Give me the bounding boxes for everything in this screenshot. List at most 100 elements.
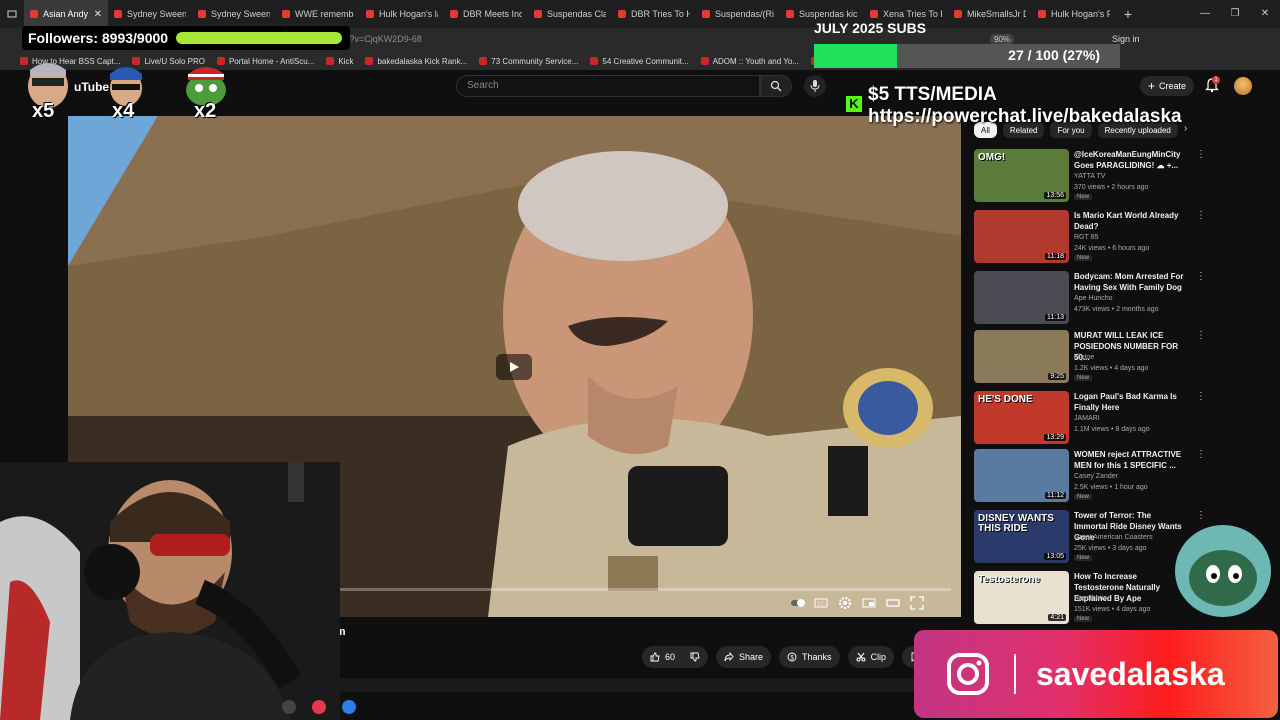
browser-tab[interactable]: Asian Andy Gets ✕	[24, 0, 108, 28]
video-thumbnail[interactable]: 11:12	[974, 449, 1069, 502]
bookmark-item[interactable]: 54 Creative Communit...	[590, 57, 689, 66]
thumbs-down-icon[interactable]	[690, 652, 700, 662]
tab-menu-button[interactable]	[0, 0, 24, 28]
thumbnail-caption: DISNEY WANTS THIS RIDE	[978, 513, 1054, 534]
recommendation-item[interactable]: 9:25 MURAT WILL LEAK ICE POSIEDONS NUMBER…	[974, 330, 1206, 384]
channel-name[interactable]: Casey Zander	[1074, 473, 1118, 480]
theater-mode-icon[interactable]	[886, 596, 900, 610]
more-options-icon[interactable]: ⋮	[1196, 271, 1206, 282]
video-thumbnail[interactable]: HE'S DONE 13:29	[974, 391, 1069, 444]
video-meta: 1.2K views • 4 days ago	[1074, 365, 1149, 372]
mascot-sticker	[1175, 525, 1271, 617]
url-text[interactable]: ch?v=CjqKW2D9-68	[340, 34, 422, 44]
video-thumbnail[interactable]: OMG! 13:56	[974, 149, 1069, 202]
chrome-icon[interactable]	[342, 700, 356, 714]
new-tab-button[interactable]: +	[1116, 0, 1140, 28]
browser-tab[interactable]: Suspendas/(Riri's	[696, 0, 780, 28]
recommendation-item[interactable]: 11:12 WOMEN reject ATTRACTIVE MEN for thi…	[974, 449, 1206, 503]
recommendation-title[interactable]: Logan Paul's Bad Karma Is Finally Here	[1074, 391, 1186, 413]
browser-tab[interactable]: DBR Meets India	[444, 0, 528, 28]
voice-search-button[interactable]	[804, 75, 826, 97]
recommendation-item[interactable]: OMG! 13:56 @IceKoreaManEungMinCity Goes PA…	[974, 149, 1206, 203]
tab-title: WWE remember	[295, 9, 354, 19]
bookmark-item[interactable]: Kick	[326, 57, 353, 66]
video-thumbnail[interactable]: 11:13	[974, 271, 1069, 324]
recommendation-item[interactable]: 11:13 Bodycam: Mom Arrested For Having Se…	[974, 271, 1206, 325]
browser-tab[interactable]: Sydney Sweeney	[192, 0, 276, 28]
music-app-icon[interactable]	[312, 700, 326, 714]
recommendation-title[interactable]: WOMEN reject ATTRACTIVE MEN for this 1 S…	[1074, 449, 1186, 471]
more-options-icon[interactable]: ⋮	[1196, 330, 1206, 341]
close-window-icon[interactable]: ✕	[1250, 0, 1280, 28]
recommendation-title[interactable]: @IceKoreaManEungMinCity Goes PARAGLIDING…	[1074, 149, 1186, 171]
browser-tab[interactable]: Suspendas Claim	[528, 0, 612, 28]
channel-name[interactable]: Great American Coasters	[1074, 534, 1153, 541]
channel-name[interactable]: cliptoe	[1074, 354, 1094, 361]
channel-name[interactable]: JAMARI	[1074, 415, 1100, 422]
svg-text:CC: CC	[817, 602, 825, 608]
more-options-icon[interactable]: ⋮	[1196, 449, 1206, 460]
thanks-button[interactable]: $ Thanks	[779, 646, 840, 668]
like-button[interactable]: 60	[642, 646, 709, 668]
video-meta: 473K views • 2 months ago	[1074, 306, 1159, 313]
share-button[interactable]: Share	[716, 646, 772, 668]
video-thumbnail[interactable]: DISNEY WANTS THIS RIDE 13:05	[974, 510, 1069, 563]
recommendation-title[interactable]: Bodycam: Mom Arrested For Having Sex Wit…	[1074, 271, 1186, 293]
search-input[interactable]: Search	[456, 75, 760, 97]
clip-button[interactable]: Clip	[847, 646, 895, 668]
more-options-icon[interactable]: ⋮	[1196, 210, 1206, 221]
new-badge: New	[1074, 494, 1093, 500]
account-avatar[interactable]	[1234, 77, 1252, 95]
instagram-divider	[1014, 654, 1016, 694]
recommendation-title[interactable]: Is Mario Kart World Already Dead?	[1074, 210, 1186, 232]
settings-gear-icon[interactable]	[838, 596, 852, 610]
thanks-icon: $	[787, 652, 797, 662]
bookmark-item[interactable]: ADOM :: Youth and Yo...	[700, 57, 799, 66]
obs-icon[interactable]	[282, 700, 296, 714]
bookmark-label: 73 Community Service...	[491, 56, 579, 66]
recommendation-item[interactable]: HE'S DONE 13:29 Logan Paul's Bad Karma Is …	[974, 391, 1206, 445]
video-meta: 24K views • 6 hours ago	[1074, 245, 1150, 252]
miniplayer-icon[interactable]	[862, 596, 876, 610]
recommendation-item[interactable]: DISNEY WANTS THIS RIDE 13:05 Tower of Terr…	[974, 510, 1206, 564]
more-options-icon[interactable]: ⋮	[1196, 391, 1206, 402]
maximize-icon[interactable]: ❐	[1220, 0, 1250, 28]
browser-tab[interactable]: WWE remember	[276, 0, 360, 28]
browser-tab[interactable]: Sydney Sweeney	[108, 0, 192, 28]
youtube-favicon-icon	[786, 10, 794, 18]
search-button[interactable]	[760, 75, 792, 97]
bookmark-item[interactable]: 73 Community Service...	[479, 57, 578, 66]
captions-icon[interactable]: CC	[814, 596, 828, 610]
video-thumbnail[interactable]: 11:18	[974, 210, 1069, 263]
play-button[interactable]	[496, 354, 532, 380]
share-label: Share	[739, 652, 764, 662]
description-strip	[240, 678, 960, 692]
bookmark-favicon-icon	[700, 57, 709, 65]
channel-name[interactable]: YATTA TV	[1074, 173, 1105, 180]
channel-name[interactable]: Apesthetic	[1074, 595, 1107, 602]
browser-tab[interactable]: Hulk Hogan's last	[360, 0, 444, 28]
bookmark-item[interactable]: bakedalaska Kick Rank...	[365, 57, 467, 66]
video-thumbnail[interactable]: Testosterone 4:21	[974, 571, 1069, 624]
recommendation-item[interactable]: Testosterone 4:21 How To Increase Testoste…	[974, 571, 1206, 625]
recommendation-item[interactable]: 11:18 Is Mario Kart World Already Dead? RG…	[974, 210, 1206, 264]
more-options-icon[interactable]: ⋮	[1196, 149, 1206, 160]
browser-tab[interactable]: DBR Tries To Help	[612, 0, 696, 28]
channel-name[interactable]: Ape Huncho	[1074, 295, 1113, 302]
close-tab-icon[interactable]: ✕	[94, 9, 102, 20]
tab-title: DBR Meets India	[463, 9, 522, 19]
tab-title: MikeSmallsJr Does	[967, 9, 1026, 19]
fullscreen-icon[interactable]	[910, 596, 924, 610]
sign-in-link[interactable]: Sign in	[1112, 34, 1140, 44]
video-duration: 11:13	[1045, 314, 1066, 321]
tts-media-banner: $5 TTS/MEDIA https://powerchat.live/bake…	[846, 84, 1182, 128]
video-thumbnail[interactable]: 9:25	[974, 330, 1069, 383]
tab-title: Xena Tries To Ruin	[883, 9, 942, 19]
bookmark-favicon-icon	[479, 57, 488, 65]
youtube-favicon-icon	[870, 10, 878, 18]
chevron-right-icon[interactable]: ›	[1184, 123, 1187, 134]
minimize-icon[interactable]: —	[1190, 0, 1220, 28]
youtube-favicon-icon	[198, 10, 206, 18]
autoplay-toggle-icon[interactable]	[790, 596, 805, 610]
channel-name[interactable]: RGT 85	[1074, 234, 1098, 241]
